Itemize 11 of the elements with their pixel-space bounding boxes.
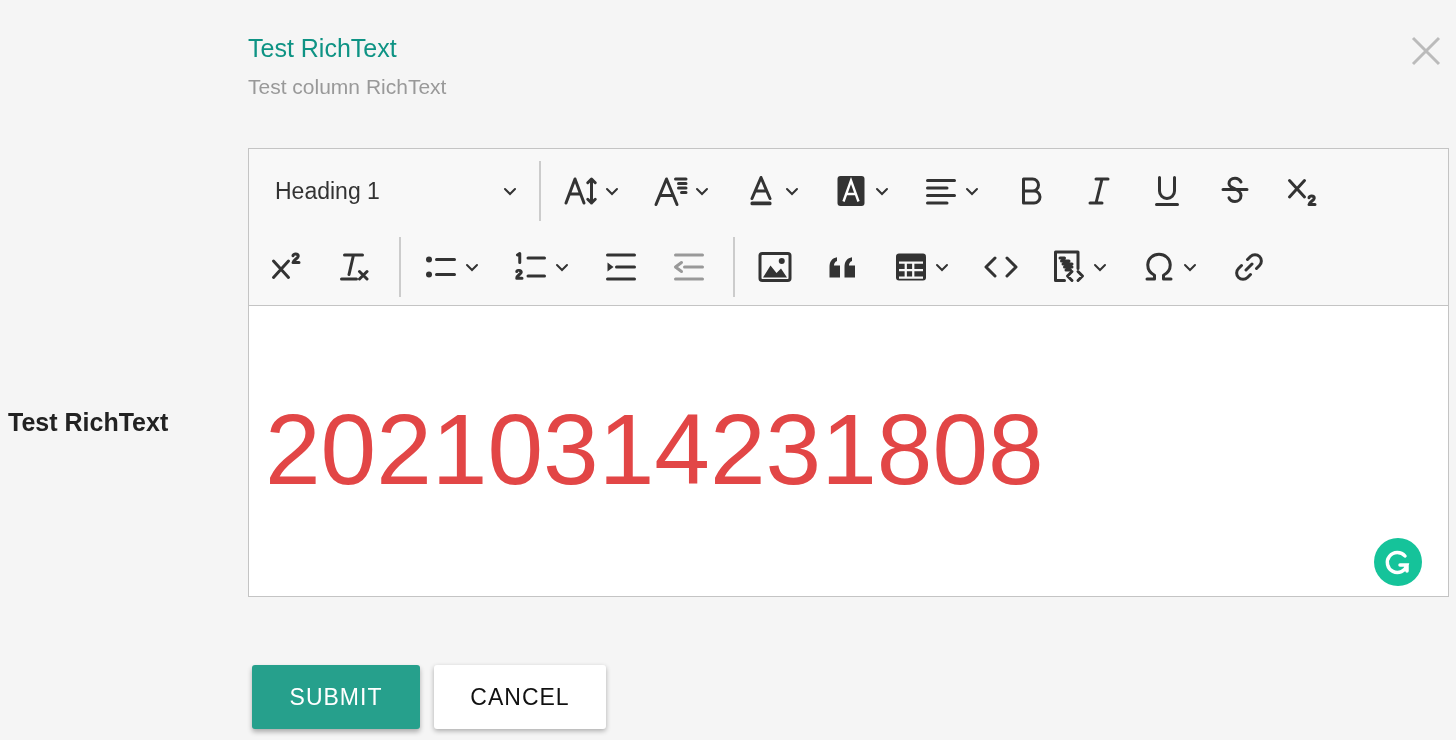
dialog-subtitle: Test column RichText — [248, 74, 447, 100]
source-code-icon — [1051, 249, 1087, 285]
cancel-button[interactable]: CANCEL — [434, 665, 606, 729]
field-label: Test RichText — [8, 407, 169, 438]
editor-content[interactable]: 20210314231808 — [249, 306, 1448, 596]
image-icon — [757, 249, 793, 285]
dialog-title: Test RichText — [248, 33, 398, 64]
close-icon — [1411, 36, 1441, 66]
heading-text: 20210314231808 — [265, 394, 1045, 504]
heading-dropdown[interactable]: Heading 1 — [263, 169, 525, 213]
grammarly-icon — [1374, 538, 1422, 586]
